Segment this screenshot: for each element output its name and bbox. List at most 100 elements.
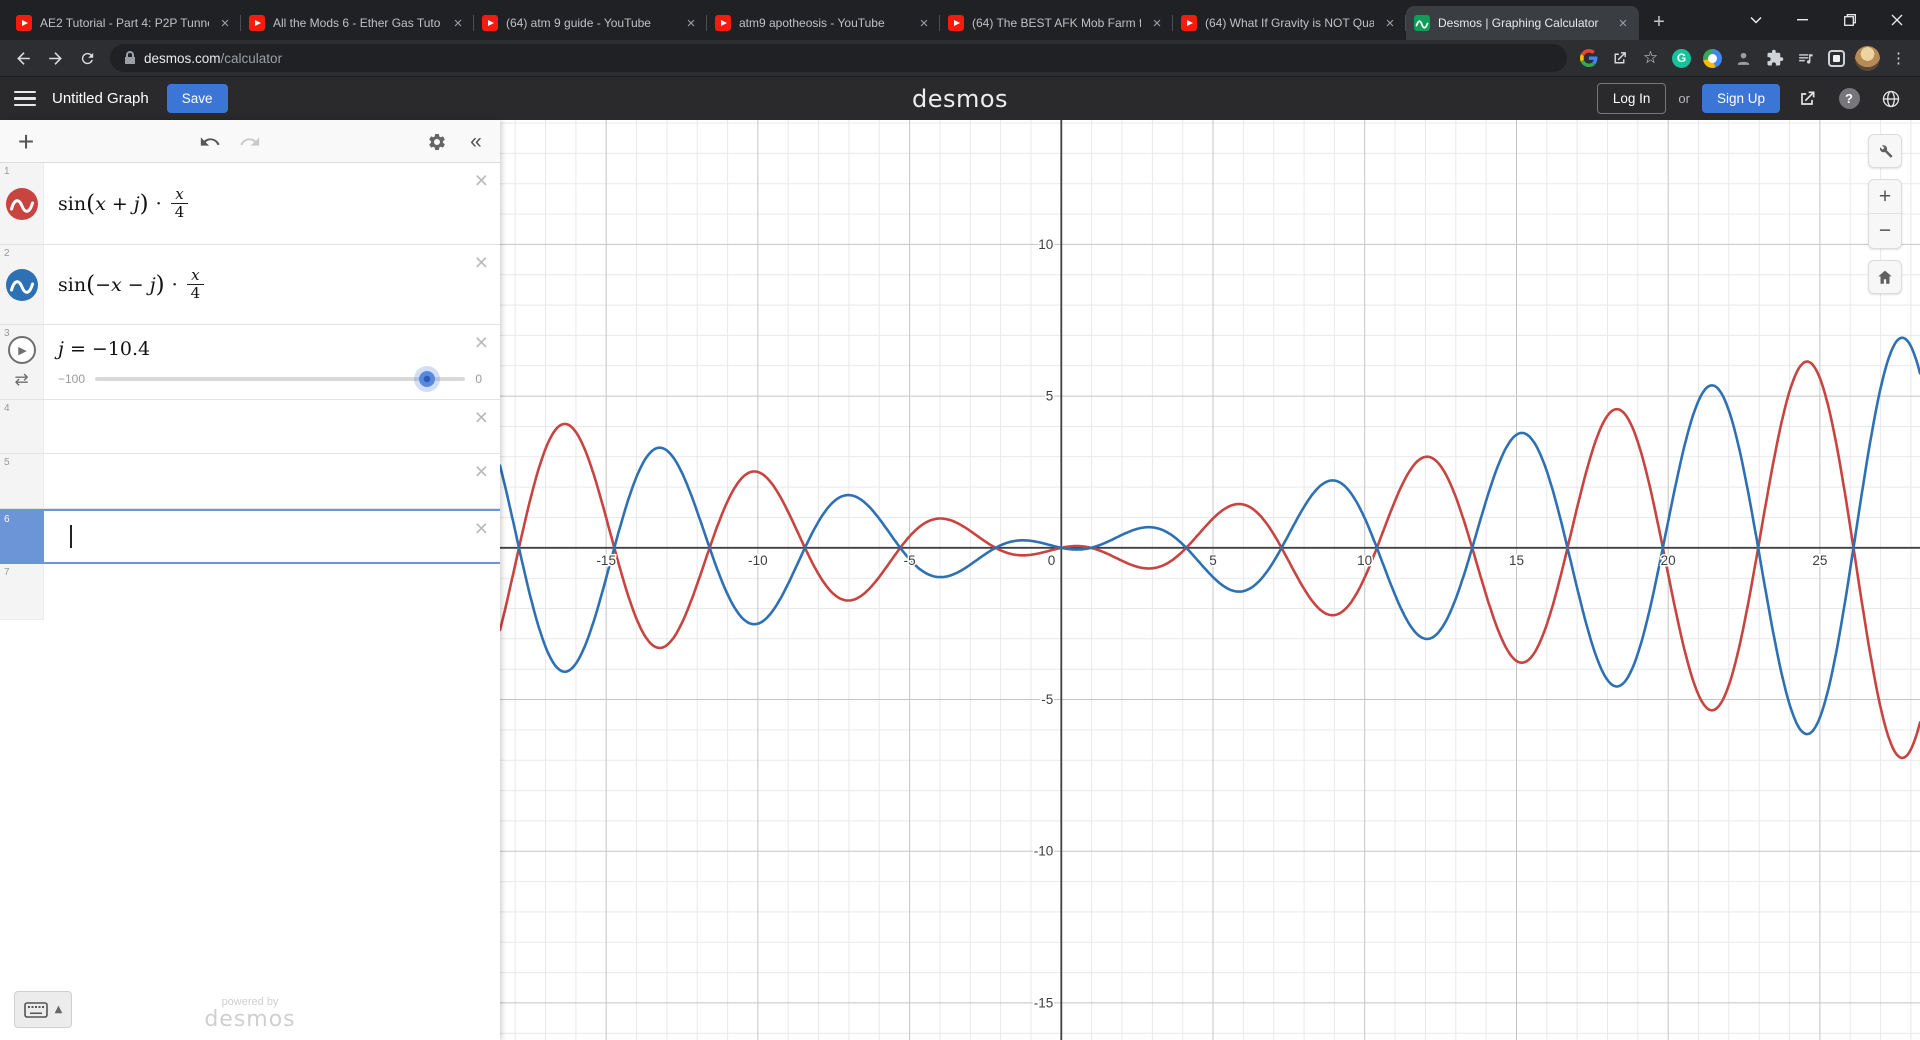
expression-gutter[interactable]: 6	[0, 511, 44, 562]
save-button[interactable]: Save	[167, 84, 228, 113]
empty-expression[interactable]	[44, 454, 500, 508]
main-menu-icon[interactable]	[14, 91, 36, 107]
close-window-button[interactable]	[1873, 0, 1920, 40]
collapse-panel-button[interactable]: «	[457, 120, 495, 163]
colored-extension-icon[interactable]	[1699, 45, 1726, 72]
delete-expression-icon[interactable]: ×	[475, 406, 488, 429]
curve-color-icon-red[interactable]	[6, 188, 38, 220]
keyboard-toggle-button[interactable]: ▲	[14, 991, 72, 1028]
delete-expression-icon[interactable]: ×	[475, 517, 488, 540]
curve-color-icon-blue[interactable]	[6, 269, 38, 301]
slider-variable-math[interactable]: j = −10.4	[58, 333, 486, 365]
address-toolbar: desmos.com/calculator ☆ G ⋮	[0, 40, 1920, 76]
slider-track[interactable]	[95, 377, 465, 381]
expression-gutter[interactable]: 4	[0, 400, 44, 453]
expression-gutter[interactable]: 3 ▶ ⇄	[0, 325, 44, 399]
tab-close-icon[interactable]: ×	[1149, 15, 1165, 32]
login-button[interactable]: Log In	[1597, 83, 1667, 114]
graph-canvas[interactable]: -15-10-50510152025105-5-10-15	[500, 120, 1920, 1040]
bookmark-star-icon[interactable]: ☆	[1637, 45, 1664, 72]
browser-tab[interactable]: (64) What If Gravity is NOT Qua ×	[1173, 6, 1406, 40]
google-g-icon[interactable]	[1575, 45, 1602, 72]
profile-avatar[interactable]	[1854, 45, 1881, 72]
slider-expression[interactable]: j = −10.4 −100 0	[44, 325, 500, 399]
tab-close-icon[interactable]: ×	[217, 15, 233, 32]
delete-expression-icon[interactable]: ×	[475, 251, 488, 274]
argument: −x − j	[95, 274, 156, 296]
youtube-favicon	[249, 15, 265, 31]
graph-paper[interactable]: -15-10-50510152025105-5-10-15 + −	[500, 120, 1920, 1040]
graph-settings-gear-icon[interactable]	[419, 120, 455, 163]
expression-row-5[interactable]: 5 ×	[0, 454, 500, 509]
expression-math[interactable]: sin(−x − j)·x4	[44, 245, 500, 324]
keyboard-open-arrow-icon: ▲	[55, 1004, 63, 1015]
extensions-puzzle-icon[interactable]	[1761, 45, 1788, 72]
expression-math[interactable]: sin(x + j)·x4	[44, 163, 500, 244]
focused-expression-input[interactable]	[44, 511, 500, 562]
slider-min-label[interactable]: −100	[58, 372, 85, 386]
tab-search-chevron-icon[interactable]	[1732, 0, 1779, 40]
expression-gutter[interactable]: 7	[0, 564, 44, 620]
chrome-menu-icon[interactable]: ⋮	[1885, 45, 1912, 72]
undo-button[interactable]	[192, 120, 228, 163]
home-default-view-button[interactable]	[1868, 260, 1902, 294]
tab-title: (64) The BEST AFK Mob Farm fo	[972, 16, 1141, 30]
expression-row-1[interactable]: 1 sin(x + j)·x4 ×	[0, 163, 500, 245]
browser-tab[interactable]: atm9 apotheosis - YouTube ×	[707, 6, 940, 40]
tab-close-icon[interactable]: ×	[1615, 15, 1631, 32]
delete-expression-icon[interactable]: ×	[475, 460, 488, 483]
grammarly-extension-icon[interactable]: G	[1668, 45, 1695, 72]
main-content: + « 1	[0, 120, 1920, 1040]
browser-tab[interactable]: AE2 Tutorial - Part 4: P2P Tunne ×	[8, 6, 241, 40]
slider-loop-icon[interactable]: ⇄	[14, 370, 28, 390]
expression-row-2[interactable]: 2 sin(−x − j)·x4 ×	[0, 245, 500, 325]
expression-row-3[interactable]: 3 ▶ ⇄ j = −10.4 −100 0	[0, 325, 500, 400]
delete-expression-icon[interactable]: ×	[475, 331, 488, 354]
browser-tab-active[interactable]: Desmos | Graphing Calculator ×	[1406, 6, 1639, 40]
media-queue-icon[interactable]	[1792, 45, 1819, 72]
browser-tab[interactable]: All the Mods 6 - Ether Gas Tuto ×	[241, 6, 474, 40]
browser-tab[interactable]: (64) atm 9 guide - YouTube ×	[474, 6, 707, 40]
slider-play-button[interactable]: ▶	[8, 336, 36, 364]
language-globe-icon[interactable]	[1876, 84, 1906, 114]
tab-close-icon[interactable]: ×	[916, 15, 932, 32]
tab-strip: AE2 Tutorial - Part 4: P2P Tunne × All t…	[0, 0, 1920, 40]
share-icon[interactable]	[1606, 45, 1633, 72]
expression-gutter[interactable]: 5	[0, 454, 44, 508]
axis-tick-label: 0	[1048, 553, 1056, 568]
gray-profile-extension-icon[interactable]	[1730, 45, 1757, 72]
redo-button[interactable]	[232, 120, 268, 163]
reload-button[interactable]	[72, 43, 102, 73]
graph-title[interactable]: Untitled Graph	[52, 90, 149, 107]
tab-close-icon[interactable]: ×	[1382, 15, 1398, 32]
share-graph-icon[interactable]	[1792, 84, 1822, 114]
delete-expression-icon[interactable]: ×	[475, 169, 488, 192]
expression-gutter[interactable]: 2	[0, 245, 44, 324]
zoom-in-button[interactable]: +	[1869, 180, 1901, 214]
graph-settings-wrench-button[interactable]	[1868, 134, 1902, 168]
restore-button[interactable]	[1826, 0, 1873, 40]
expression-row-4[interactable]: 4 ×	[0, 400, 500, 454]
minimize-button[interactable]	[1779, 0, 1826, 40]
signup-button[interactable]: Sign Up	[1702, 84, 1780, 113]
empty-expression[interactable]	[44, 400, 500, 453]
bw-extension-icon[interactable]	[1823, 45, 1850, 72]
slider-handle[interactable]	[419, 371, 435, 387]
zoom-out-button[interactable]: −	[1869, 214, 1901, 248]
new-tab-button[interactable]: +	[1645, 8, 1673, 36]
add-expression-button[interactable]: +	[0, 120, 52, 163]
axis-tick-label: -5	[904, 553, 916, 568]
address-bar[interactable]: desmos.com/calculator	[110, 44, 1567, 72]
tab-close-icon[interactable]: ×	[683, 15, 699, 32]
axis-tick-label: -10	[1034, 844, 1054, 859]
browser-tab[interactable]: (64) The BEST AFK Mob Farm fo ×	[940, 6, 1173, 40]
forward-button[interactable]	[40, 43, 70, 73]
expression-gutter[interactable]: 1	[0, 163, 44, 244]
slider-max-label[interactable]: 0	[475, 372, 482, 386]
slider-row: −100 0	[58, 365, 486, 393]
expression-row-7[interactable]: 7	[0, 564, 500, 620]
expression-row-6-focused[interactable]: 6 ×	[0, 509, 500, 564]
tab-close-icon[interactable]: ×	[450, 15, 466, 32]
back-button[interactable]	[8, 43, 38, 73]
help-icon[interactable]: ?	[1834, 84, 1864, 114]
